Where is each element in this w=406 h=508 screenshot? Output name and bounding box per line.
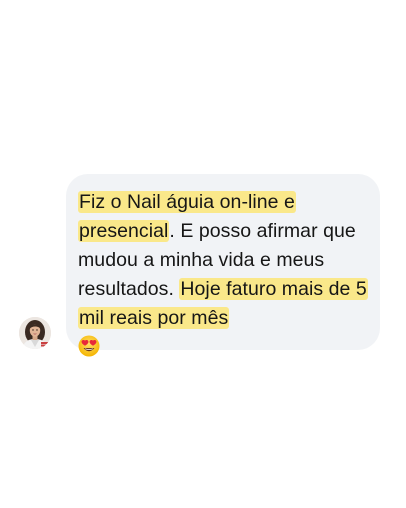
chat-message-row: Fiz o Nail águia on-line e presencial. E… — [0, 0, 406, 508]
heart-eyes-emoji-icon — [78, 335, 100, 357]
message-text: Fiz o Nail águia on-line e presencial. E… — [78, 188, 368, 362]
message-bubble[interactable]: Fiz o Nail águia on-line e presencial. E… — [66, 174, 380, 357]
avatar[interactable] — [19, 317, 51, 349]
profile-photo-icon — [19, 317, 51, 349]
